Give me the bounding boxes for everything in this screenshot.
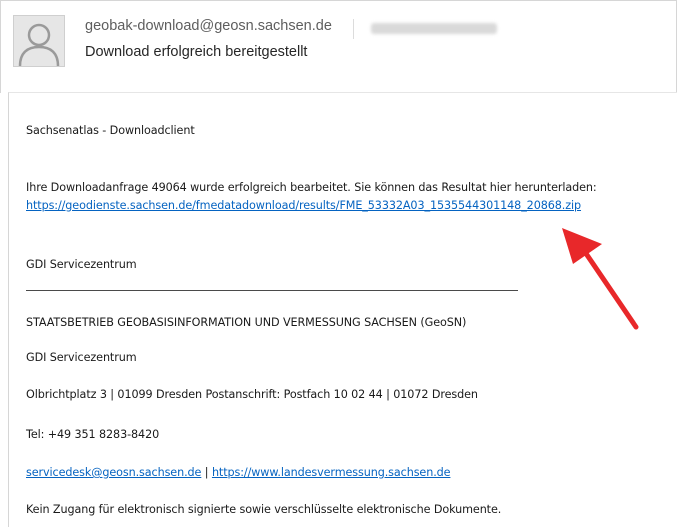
website-link[interactable]: https://www.landesvermessung.sachsen.de <box>212 466 451 479</box>
sender-address[interactable]: geobak-download@geosn.sachsen.de <box>85 18 332 34</box>
organization-name: STAATSBETRIEB GEOBASISINFORMATION UND VE… <box>26 316 467 329</box>
legal-notice: Kein Zugang für elektronisch signierte s… <box>26 503 502 516</box>
signature-name: GDI Servicezentrum <box>26 258 137 271</box>
body-message: Ihre Downloadanfrage 49064 wurde erfolgr… <box>26 181 597 194</box>
email-subject: Download erfolgreich bereitgestellt <box>85 44 308 60</box>
email-link[interactable]: servicedesk@geosn.sachsen.de <box>26 466 201 479</box>
phone-number: Tel: +49 351 8283-8420 <box>26 428 160 441</box>
contact-links: servicedesk@geosn.sachsen.de | https://w… <box>26 466 451 479</box>
body-heading: Sachsenatlas - Downloadclient <box>26 124 195 137</box>
header-divider <box>353 19 354 39</box>
recipient-redacted <box>371 23 497 34</box>
postal-address: Olbrichtplatz 3 | 01099 Dresden Postansc… <box>26 388 478 401</box>
department-name: GDI Servicezentrum <box>26 351 137 364</box>
email-body <box>8 92 677 527</box>
contact-separator: | <box>204 466 209 479</box>
person-silhouette-icon <box>14 16 64 66</box>
download-link[interactable]: https://geodienste.sachsen.de/fmedatadow… <box>26 199 581 212</box>
sender-avatar[interactable] <box>13 15 65 67</box>
signature-divider <box>26 290 518 291</box>
email-header: geobak-download@geosn.sachsen.de Downloa… <box>0 0 677 93</box>
